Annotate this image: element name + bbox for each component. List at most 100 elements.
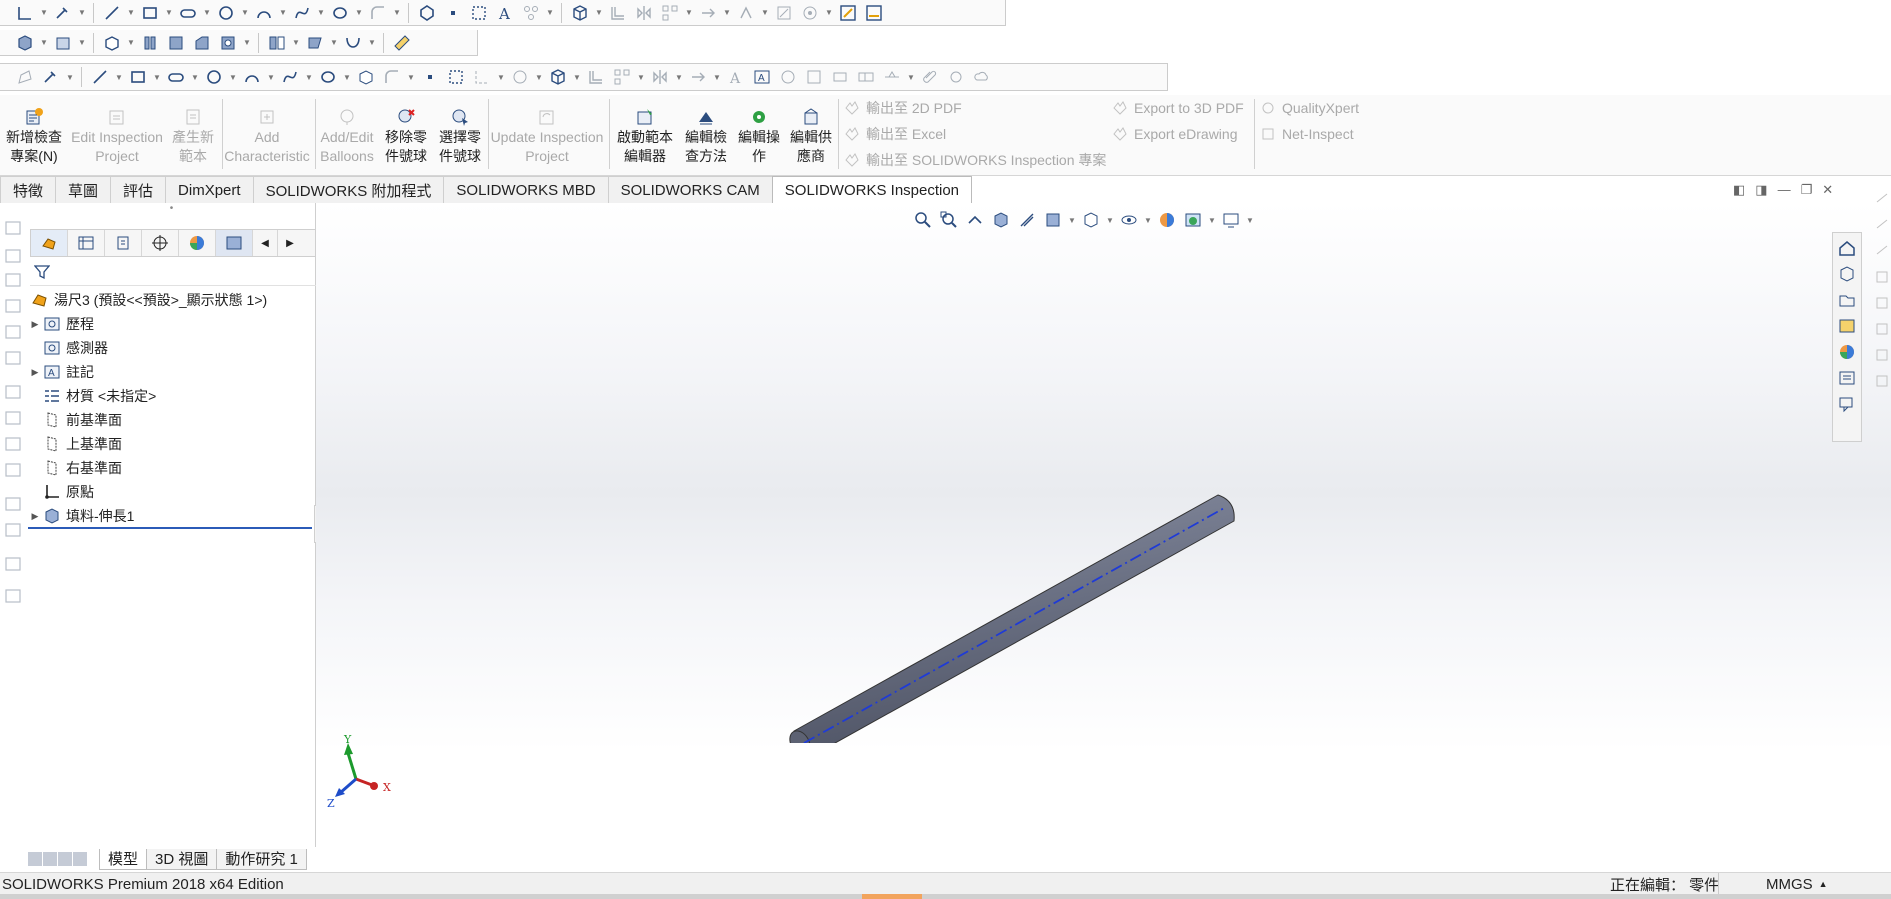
- tree-item-annotations[interactable]: ▶ A 註記: [28, 361, 94, 383]
- tab-mbd[interactable]: SOLIDWORKS MBD: [443, 176, 609, 203]
- rectangle-icon[interactable]: [127, 66, 149, 88]
- 3d-view-icon[interactable]: [547, 66, 569, 88]
- dropdown-arrow-icon[interactable]: ▼: [723, 2, 731, 24]
- sketch-pattern-icon[interactable]: [520, 2, 542, 24]
- edit-vendor-button[interactable]: 編輯供 應商: [786, 95, 836, 173]
- view-palette-icon[interactable]: [1838, 317, 1856, 335]
- display-manager-tab[interactable]: [179, 230, 216, 256]
- dropdown-arrow-icon[interactable]: ▼: [546, 2, 554, 24]
- forum-icon[interactable]: [1838, 395, 1856, 413]
- expand-arrow-icon[interactable]: ▶: [28, 511, 42, 522]
- dropdown-arrow-icon[interactable]: ▼: [191, 66, 199, 88]
- dropdown-arrow-icon[interactable]: ▼: [203, 2, 211, 24]
- text-icon[interactable]: A: [494, 2, 516, 24]
- tree-item-extrude[interactable]: ▶ 填料-伸長1: [28, 505, 312, 529]
- reference-geometry-icon[interactable]: [304, 32, 326, 54]
- dropdown-arrow-icon[interactable]: ▼: [407, 66, 415, 88]
- net-inspect-button[interactable]: Net-Inspect: [1260, 123, 1354, 145]
- note-icon[interactable]: A: [751, 66, 773, 88]
- fillet-icon[interactable]: [381, 66, 403, 88]
- tree-item-right-plane[interactable]: 右基準面: [28, 457, 122, 479]
- slot-icon[interactable]: [165, 66, 187, 88]
- centerline-icon[interactable]: [471, 66, 493, 88]
- new-inspection-project-button[interactable]: 新增檢查 專案(N): [2, 95, 66, 173]
- dropdown-arrow-icon[interactable]: ▼: [66, 66, 74, 88]
- line-icon[interactable]: [89, 66, 111, 88]
- fillet-icon[interactable]: [367, 2, 389, 24]
- dropdown-arrow-icon[interactable]: ▼: [713, 66, 721, 88]
- configuration-manager-tab[interactable]: [105, 230, 142, 256]
- feature-manager-tab[interactable]: [31, 230, 68, 256]
- first-tab-arrow-icon[interactable]: [28, 852, 42, 866]
- tree-item-top-plane[interactable]: 上基準面: [28, 433, 122, 455]
- dropdown-arrow-icon[interactable]: ▼: [165, 2, 173, 24]
- apply-scene-icon[interactable]: [1182, 209, 1204, 231]
- dropdown-arrow-icon[interactable]: ▼: [355, 2, 363, 24]
- construction-geometry-icon[interactable]: [468, 2, 490, 24]
- tree-item-history[interactable]: ▶ 歷程: [28, 313, 94, 335]
- generate-template-button[interactable]: 產生新 範本: [168, 95, 218, 173]
- previous-view-icon[interactable]: [964, 209, 986, 231]
- spline-icon[interactable]: [279, 66, 301, 88]
- assembly-icon[interactable]: [52, 32, 74, 54]
- point-icon[interactable]: [442, 2, 464, 24]
- tree-item-front-plane[interactable]: 前基準面: [28, 409, 122, 431]
- linear-pattern-icon[interactable]: [611, 66, 633, 88]
- section-view-icon[interactable]: [990, 209, 1012, 231]
- resources-icon[interactable]: [1838, 265, 1856, 283]
- repair-sketch-icon[interactable]: [773, 2, 795, 24]
- dropdown-arrow-icon[interactable]: ▼: [1208, 209, 1216, 231]
- tab-evaluate[interactable]: 評估: [110, 176, 167, 203]
- arc-icon[interactable]: [241, 66, 263, 88]
- dropdown-arrow-icon[interactable]: ▼: [78, 32, 86, 54]
- tree-item-material[interactable]: 材質 <未指定>: [28, 385, 156, 407]
- expand-arrow-icon[interactable]: ▶: [28, 319, 42, 330]
- add-edit-balloons-button[interactable]: Add/Edit Balloons: [317, 95, 377, 173]
- move-entities-icon[interactable]: [697, 2, 719, 24]
- measure-icon[interactable]: [391, 32, 413, 54]
- curves-icon[interactable]: [342, 32, 364, 54]
- offset-icon[interactable]: [607, 2, 629, 24]
- tile-left-icon[interactable]: ◧: [1733, 182, 1745, 198]
- dropdown-arrow-icon[interactable]: ▼: [1068, 209, 1076, 231]
- tab-model[interactable]: 模型: [99, 848, 148, 870]
- tile-right-icon[interactable]: ◨: [1755, 182, 1767, 198]
- last-tab-arrow-icon[interactable]: [73, 852, 87, 866]
- dropdown-arrow-icon[interactable]: ▼: [907, 66, 915, 88]
- dropdown-arrow-icon[interactable]: ▼: [241, 2, 249, 24]
- panel-grip[interactable]: •: [28, 203, 315, 221]
- inspection-manager-tab[interactable]: [216, 230, 253, 256]
- dropdown-arrow-icon[interactable]: ▼: [305, 66, 313, 88]
- export-edrawing-button[interactable]: Export eDrawing: [1112, 123, 1238, 145]
- dropdown-arrow-icon[interactable]: ▼: [279, 2, 287, 24]
- linear-pattern-feature-icon[interactable]: [266, 32, 288, 54]
- offset-icon[interactable]: [585, 66, 607, 88]
- tab-3d-views[interactable]: 3D 視圖: [146, 848, 218, 870]
- rapid-sketch-icon[interactable]: [837, 2, 859, 24]
- fillet-feature-icon[interactable]: [191, 32, 213, 54]
- weld-symbol-icon[interactable]: [881, 66, 903, 88]
- edit-inspection-method-button[interactable]: 編輯檢 查方法: [680, 95, 732, 173]
- spline-icon[interactable]: [291, 2, 313, 24]
- sketch-rectangle-icon[interactable]: [14, 2, 36, 24]
- appearances-icon[interactable]: [1838, 343, 1856, 361]
- hole-wizard-icon[interactable]: [217, 32, 239, 54]
- revision-cloud-icon[interactable]: [971, 66, 993, 88]
- scroll-right-button[interactable]: ▶: [278, 230, 302, 256]
- display-style-icon[interactable]: [1080, 209, 1102, 231]
- remove-balloon-button[interactable]: 移除零 件號球: [380, 95, 432, 173]
- rectangle-icon[interactable]: [139, 2, 161, 24]
- scroll-left-button[interactable]: ◀: [253, 230, 278, 256]
- linear-pattern-icon[interactable]: [659, 2, 681, 24]
- dimxpert-manager-tab[interactable]: [142, 230, 179, 256]
- ellipse-icon[interactable]: [317, 66, 339, 88]
- dropdown-arrow-icon[interactable]: ▼: [1144, 209, 1152, 231]
- surface-finish-icon[interactable]: [803, 66, 825, 88]
- part-model-rod[interactable]: [786, 483, 1506, 743]
- prev-tab-arrow-icon[interactable]: [43, 852, 57, 866]
- extruded-boss-icon[interactable]: [101, 32, 123, 54]
- point-icon[interactable]: [419, 66, 441, 88]
- dropdown-arrow-icon[interactable]: ▼: [535, 66, 543, 88]
- datum-feature-icon[interactable]: [829, 66, 851, 88]
- paperclip-icon[interactable]: [919, 66, 941, 88]
